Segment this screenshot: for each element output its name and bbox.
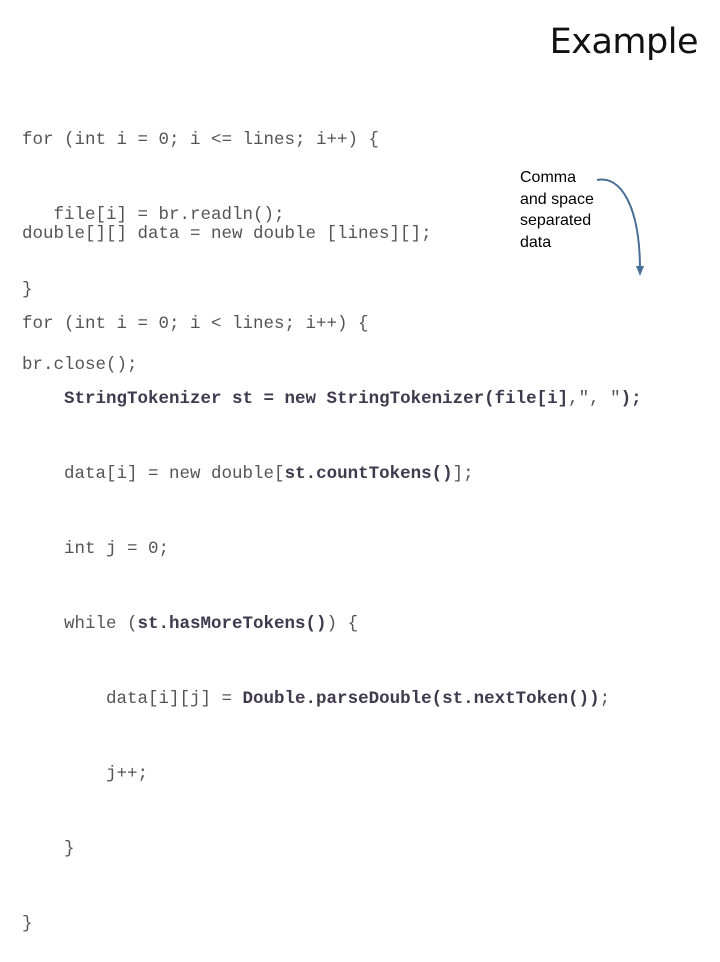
code-line: StringTokenizer st = new StringTokenizer… (22, 387, 642, 412)
code-segment: ) { (326, 614, 359, 634)
code-bold-segment: ); (620, 389, 642, 409)
code-segment: data[i] = new double[ (64, 464, 285, 484)
code-segment: int j = 0; (64, 539, 170, 559)
code-segment: j++; (106, 764, 149, 784)
code-segment: ; (599, 689, 611, 709)
code-segment: ]; (452, 464, 474, 484)
code-segment: ,", " (568, 389, 621, 409)
code-bold-segment: st.countTokens() (284, 464, 453, 484)
code-line: } (22, 837, 642, 862)
code-line: j++; (22, 762, 642, 787)
code-block-tokenize: for (int i = 0; i < lines; i++) { String… (22, 262, 642, 962)
code-line: for (int i = 0; i < lines; i++) { (22, 314, 369, 334)
code-segment: } (64, 839, 75, 859)
arrow-curve (596, 178, 641, 271)
code-segment: while ( (64, 614, 138, 634)
code-line: data[i][j] = Double.parseDouble(st.nextT… (22, 687, 642, 712)
code-bold-segment: StringTokenizer st = new StringTokenizer… (64, 389, 569, 409)
code-line: data[i] = new double[st.countTokens()]; (22, 462, 642, 487)
code-bold-segment: st.hasMoreTokens() (137, 614, 327, 634)
code-segment: data[i][j] = (106, 689, 243, 709)
code-bold-segment: Double.parseDouble(st.nextToken()) (242, 689, 600, 709)
code-line: } (22, 914, 33, 934)
code-line: while (st.hasMoreTokens()) { (22, 612, 642, 637)
code-line: int j = 0; (22, 537, 642, 562)
